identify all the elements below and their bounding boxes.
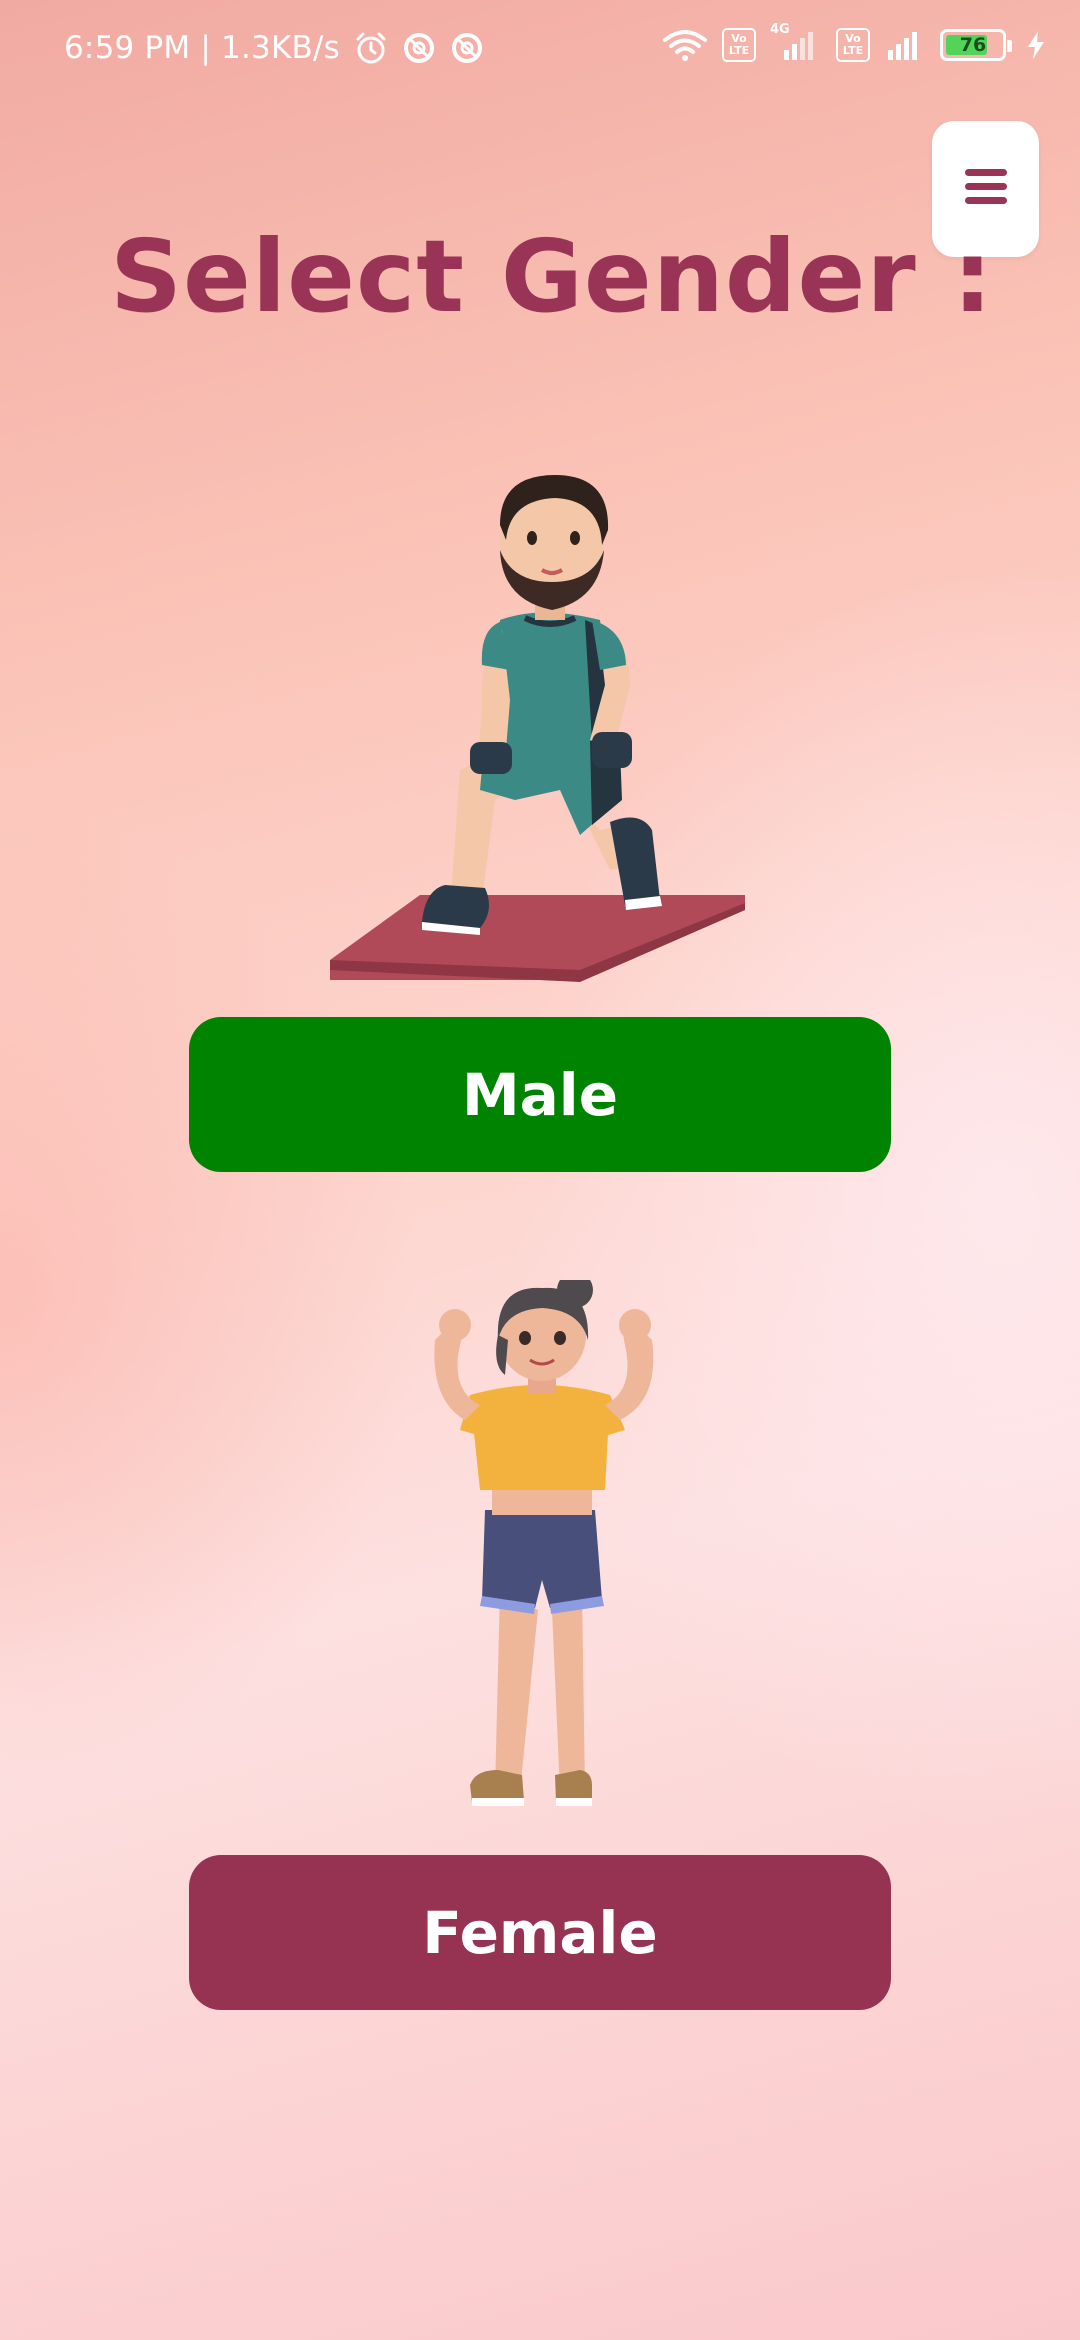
notification-block-icon: [450, 31, 484, 65]
female-illustration: [420, 1272, 680, 1860]
network-label: 4G: [770, 22, 790, 37]
signal-4g-icon: 4G: [770, 22, 822, 62]
battery-icon: 76: [940, 29, 1012, 61]
volte-icon: Vo LTE: [836, 28, 870, 62]
female-button[interactable]: Female: [189, 1855, 891, 2010]
notification-block-icon: [402, 31, 436, 65]
page-title: Select Gender :: [110, 218, 994, 335]
signal-icon: [884, 28, 926, 62]
female-button-label: Female: [422, 1898, 658, 1967]
volte-label-bottom: LTE: [842, 44, 864, 57]
volte-icon: Vo LTE: [722, 28, 756, 62]
battery-level: 76: [959, 34, 987, 56]
male-button[interactable]: Male: [189, 1017, 891, 1172]
menu-icon: [963, 167, 1009, 211]
male-illustration: [330, 470, 750, 990]
male-button-label: Male: [461, 1060, 619, 1129]
status-time: 6:59 PM | 1.3KB/s: [64, 30, 340, 66]
wifi-icon: [662, 28, 708, 62]
alarm-icon: [354, 31, 388, 65]
status-bar: 6:59 PM | 1.3KB/s Vo LTE 4G Vo LTE 76: [0, 0, 1080, 100]
charging-icon: [1026, 30, 1046, 60]
volte-label-bottom: LTE: [728, 44, 750, 57]
